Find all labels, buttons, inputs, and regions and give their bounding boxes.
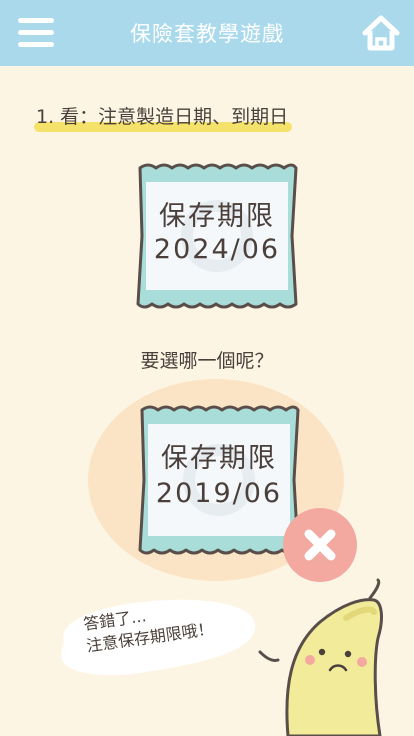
banana-character bbox=[258, 578, 383, 736]
header-bar: 保險套教學遊戲 bbox=[0, 0, 414, 66]
step-instruction: 1. 看：注意製造日期、到期日 bbox=[34, 102, 293, 132]
packet-label: 保存期限 bbox=[161, 443, 277, 474]
packet-expiry-date: 2024/06 bbox=[153, 234, 281, 265]
hamburger-icon bbox=[18, 18, 54, 23]
condom-packet-option-2[interactable]: 保存期限 2019/06 bbox=[136, 404, 302, 555]
home-button[interactable] bbox=[360, 12, 402, 54]
packet-expiry-date: 2019/06 bbox=[155, 478, 283, 509]
home-icon bbox=[362, 15, 400, 51]
x-icon bbox=[304, 529, 336, 561]
question-text: 要選哪一個呢？ bbox=[140, 350, 274, 372]
condom-packet-option-1[interactable]: 保存期限 2024/06 bbox=[134, 162, 300, 310]
packet-label: 保存期限 bbox=[159, 201, 275, 232]
page-title: 保險套教學遊戲 bbox=[130, 22, 284, 46]
wrong-answer-badge bbox=[283, 508, 357, 582]
menu-button[interactable] bbox=[18, 18, 54, 50]
